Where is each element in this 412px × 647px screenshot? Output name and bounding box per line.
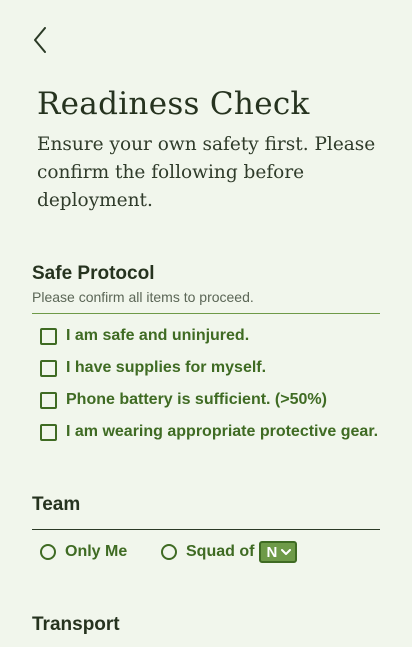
radio-label: Only Me [65, 543, 128, 560]
checkbox[interactable] [40, 359, 57, 377]
back-button[interactable] [30, 26, 50, 54]
transport-title: Transport [32, 614, 120, 635]
safe-protocol-title: Safe Protocol [32, 263, 155, 284]
radio-label: Squad of [186, 543, 255, 560]
checklist-item-label: Phone battery is sufficient. (>50%) [66, 391, 327, 408]
checkbox[interactable] [40, 423, 57, 441]
squad-size-value: N [266, 543, 278, 561]
page-title: Readiness Check [37, 86, 310, 122]
chevron-left-icon [34, 27, 46, 53]
checkbox[interactable] [40, 327, 57, 345]
chevron-down-icon [281, 548, 292, 555]
radio-button[interactable] [161, 544, 177, 560]
team-option-only-me[interactable]: Only Me [40, 543, 127, 561]
checklist-item-label: I have supplies for myself. [66, 359, 267, 376]
checklist-item-label: I am safe and uninjured. [66, 327, 250, 344]
checklist-item-supplies[interactable]: I have supplies for myself. [40, 359, 266, 377]
page-subtitle: Ensure your own safety first. Please con… [37, 134, 376, 211]
safe-protocol-hint: Please confirm all items to proceed. [32, 289, 254, 305]
checkbox[interactable] [40, 391, 57, 409]
team-title: Team [32, 494, 81, 515]
checklist-item-safe[interactable]: I am safe and uninjured. [40, 327, 249, 345]
checklist-item-gear[interactable]: I am wearing appropriate protective gear… [40, 423, 378, 441]
checklist-item-label: I am wearing appropriate protective gear… [66, 423, 379, 440]
checklist-item-battery[interactable]: Phone battery is sufficient. (>50%) [40, 391, 327, 409]
radio-button[interactable] [40, 544, 56, 560]
team-option-squad[interactable]: Squad of N [161, 541, 298, 563]
safe-protocol-divider [32, 313, 380, 314]
squad-size-select[interactable]: N [259, 541, 298, 563]
team-divider [32, 529, 380, 530]
